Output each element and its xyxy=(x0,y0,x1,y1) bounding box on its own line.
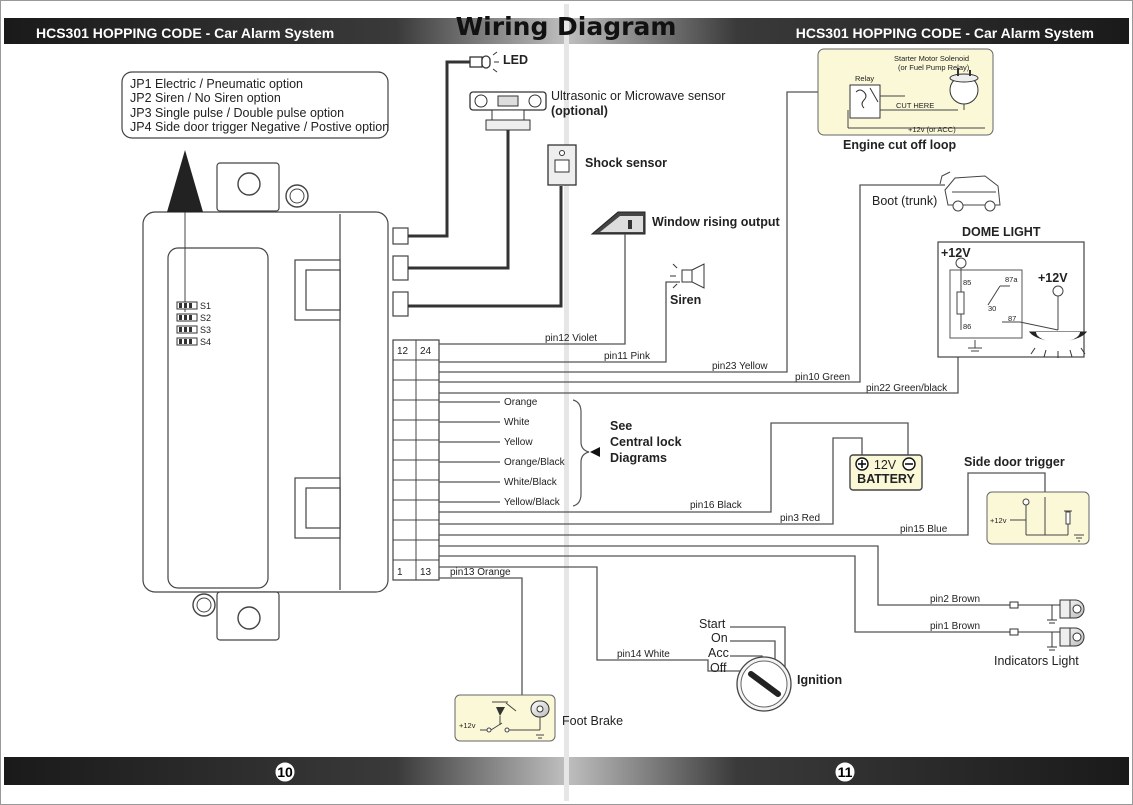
pin22-label: pin22 Green/black xyxy=(866,383,948,394)
fuel-pump-label: (or Fuel Pump Relay) xyxy=(898,63,970,72)
acc-note-label: +12v (or ACC) xyxy=(908,125,956,134)
connector-pin-24-label: 24 xyxy=(420,346,432,357)
foot-brake-plus12v: +12v xyxy=(459,721,476,730)
ignition-label: Ignition xyxy=(797,673,842,687)
foot-brake-switch xyxy=(454,694,556,742)
pin12-label: pin12 Violet xyxy=(545,333,597,344)
diagrams-label: Diagrams xyxy=(610,451,667,465)
relay-pin-87: 87 xyxy=(1008,314,1016,323)
ignition-acc: Acc xyxy=(708,646,729,660)
relay-pin-30: 30 xyxy=(988,304,996,313)
window-label: Window rising output xyxy=(652,215,780,229)
boot-label: Boot (trunk) xyxy=(872,194,937,208)
dome-plus12v-left: +12V xyxy=(941,246,971,260)
cl-wire-yellow-black: Yellow/Black xyxy=(504,497,561,508)
ignition-off: Off xyxy=(710,661,727,675)
switch-s2-label: S2 xyxy=(200,313,211,323)
header-right-text: HCS301 HOPPING CODE - Car Alarm System xyxy=(796,25,1094,41)
indicators-label: Indicators Light xyxy=(994,654,1079,668)
dome-plus12v-right: +12V xyxy=(1038,271,1068,285)
sensor-optional-label: (optional) xyxy=(551,104,608,118)
pin23-label: pin23 Yellow xyxy=(712,361,768,372)
relay-pin-86: 86 xyxy=(963,322,971,331)
pin15-label: pin15 Blue xyxy=(900,524,948,535)
battery-voltage: 12V xyxy=(874,458,897,472)
switch-s1-label: S1 xyxy=(200,301,211,311)
ignition-start: Start xyxy=(699,617,726,631)
battery-label: BATTERY xyxy=(857,472,915,486)
harness-connector xyxy=(392,339,440,581)
cl-wire-yellow: Yellow xyxy=(504,437,533,448)
shock-sensor-icon xyxy=(547,144,577,186)
pin3-label: pin3 Red xyxy=(780,513,820,524)
header-left-text: HCS301 HOPPING CODE - Car Alarm System xyxy=(36,25,334,41)
jumper-jp3: JP3 Single pulse / Double pulse option xyxy=(130,106,344,120)
pin14-label: pin14 White xyxy=(617,649,670,660)
cut-here-label: CUT HERE xyxy=(896,101,934,110)
page-title: Wiring Diagram xyxy=(456,12,677,41)
switch-s3-label: S3 xyxy=(200,325,211,335)
sensor-label: Ultrasonic or Microwave sensor xyxy=(551,89,725,103)
engine-cut-off-label: Engine cut off loop xyxy=(843,138,957,152)
page-number-right: 11 xyxy=(838,764,853,780)
alarm-control-unit xyxy=(142,162,409,641)
pin16-label: pin16 Black xyxy=(690,500,743,511)
switch-s4-label: S4 xyxy=(200,337,211,347)
relay-pin-85: 85 xyxy=(963,278,971,287)
side-door-plus12v: +12v xyxy=(990,516,1007,525)
wiring-diagram-page: { "header": { "left": "HCS301 HOPPING CO… xyxy=(0,0,1133,805)
relay-pin-87a: 87a xyxy=(1005,275,1018,284)
pin13-label: pin13 Orange xyxy=(450,567,511,578)
jumper-jp2: JP2 Siren / No Siren option xyxy=(130,91,281,105)
pin10-label: pin10 Green xyxy=(795,372,850,383)
ignition-on: On xyxy=(711,631,728,645)
foot-brake-label: Foot Brake xyxy=(562,714,623,728)
cl-wire-orange: Orange xyxy=(504,397,538,408)
pin11-label: pin11 Pink xyxy=(604,351,651,362)
cl-wire-white: White xyxy=(504,417,530,428)
connector-pin-12-label: 12 xyxy=(397,346,409,357)
connector-pin-13-label: 13 xyxy=(420,567,432,578)
jumper-jp1: JP1 Electric / Pneumatic option xyxy=(130,77,303,91)
shock-sensor-label: Shock sensor xyxy=(585,156,667,170)
cl-wire-orange-black: Orange/Black xyxy=(504,457,566,468)
pin1-label: pin1 Brown xyxy=(930,621,980,632)
dome-light-title: DOME LIGHT xyxy=(962,225,1041,239)
starter-motor-label: Starter Motor Solenoid xyxy=(894,54,969,63)
side-door-label: Side door trigger xyxy=(964,455,1065,469)
siren-label: Siren xyxy=(670,293,701,307)
relay-label: Relay xyxy=(855,74,874,83)
cl-wire-white-black: White/Black xyxy=(504,477,558,488)
connector-pin-1-label: 1 xyxy=(397,567,403,578)
diagram-canvas: HCS301 HOPPING CODE - Car Alarm System W… xyxy=(0,0,1133,805)
jumper-jp4: JP4 Side door trigger Negative / Postive… xyxy=(130,120,389,134)
page-number-left: 10 xyxy=(277,764,293,780)
central-lock-label: Central lock xyxy=(610,435,682,449)
ignition-switch-icon xyxy=(736,656,792,712)
see-label: See xyxy=(610,419,632,433)
pin2-label: pin2 Brown xyxy=(930,594,980,605)
led-label: LED xyxy=(503,53,528,67)
